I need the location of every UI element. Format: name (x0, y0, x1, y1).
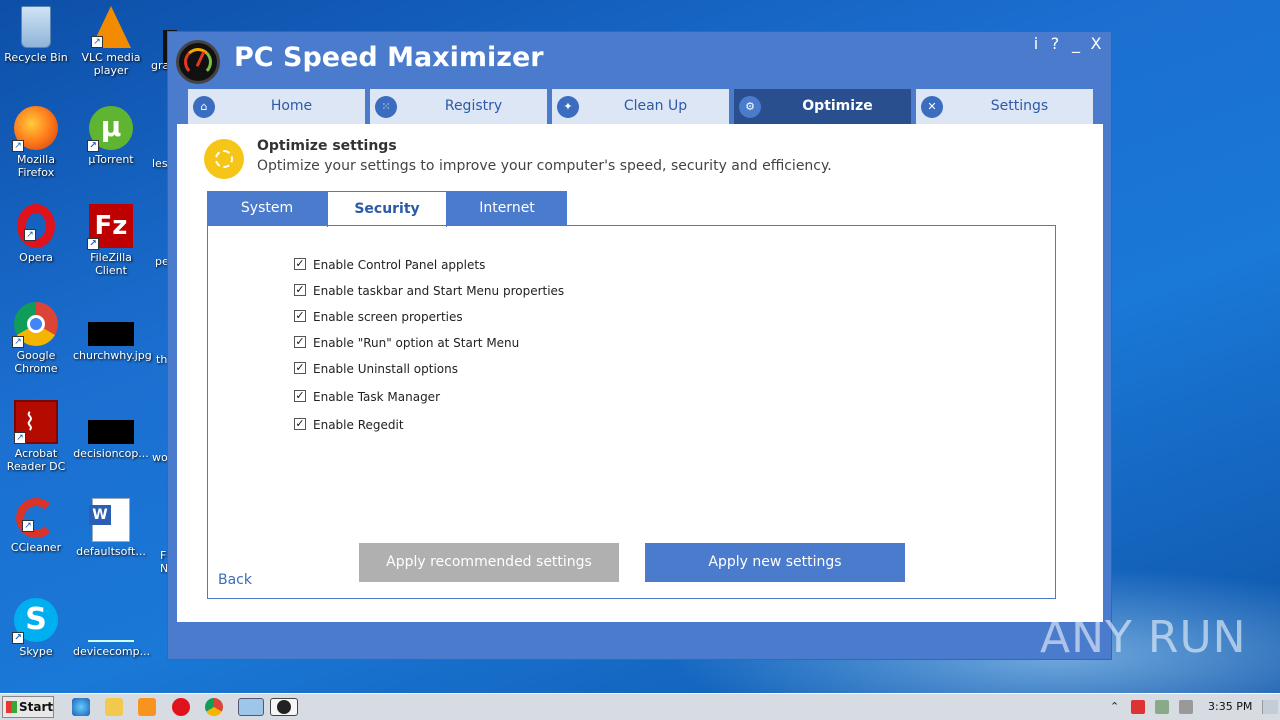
start-button[interactable]: Start (2, 696, 54, 718)
tools-icon: ✕ (921, 96, 943, 118)
network-icon[interactable] (1155, 700, 1169, 714)
subtab-system[interactable]: System (207, 191, 327, 226)
home-icon: ⌂ (193, 96, 215, 118)
checkbox[interactable]: ✓ (294, 336, 306, 348)
partial-desktop-label: th (156, 353, 168, 366)
desktop-icon-filezilla[interactable]: Fz ↗ FileZilla Client (73, 204, 149, 277)
help-icon[interactable]: ? (1046, 34, 1064, 53)
shortcut-arrow-icon: ↗ (91, 36, 103, 48)
tab-settings[interactable]: ✕ Settings (916, 89, 1093, 124)
firefox-icon: ↗ (12, 106, 58, 152)
skype-icon: S ↗ (12, 598, 58, 644)
close-button[interactable]: X (1087, 34, 1105, 53)
shortcut-arrow-icon: ↗ (12, 336, 24, 348)
opera-icon: ↗ (17, 204, 55, 248)
chrome-icon: ↗ (12, 302, 58, 348)
image-file-icon (88, 322, 134, 346)
tab-registry[interactable]: ⁙ Registry (370, 89, 547, 124)
tab-home[interactable]: ⌂ Home (188, 89, 365, 124)
volume-icon[interactable] (1179, 700, 1193, 714)
tab-clean-up[interactable]: ✦ Clean Up (552, 89, 729, 124)
action-center-icon[interactable] (1131, 700, 1145, 714)
desktop-icon-defaultsoft[interactable]: W defaultsoft... (73, 498, 149, 558)
desktop-icon-decisioncop[interactable]: decisioncop... (73, 400, 149, 460)
desktop-icon-recycle-bin[interactable]: Recycle Bin (0, 6, 74, 64)
info-icon[interactable]: i (1027, 34, 1045, 53)
show-desktop-button[interactable] (1262, 700, 1278, 714)
desktop-icon-churchwhy[interactable]: churchwhy.jpg (73, 302, 152, 362)
security-options-panel: ✓ Enable Control Panel applets ✓ Enable … (207, 225, 1056, 599)
shortcut-arrow-icon: ↗ (22, 520, 34, 532)
partial-desktop-label: F (160, 549, 167, 562)
apply-new-settings-button[interactable]: Apply new settings (645, 543, 905, 582)
vlc-icon: ↗ (91, 6, 131, 48)
desktop-icon-vlc[interactable]: ↗ VLC media player (73, 6, 149, 77)
checkbox[interactable]: ✓ (294, 418, 306, 430)
broom-icon: ✦ (557, 96, 579, 118)
speedometer-logo-icon (176, 40, 220, 84)
subtab-security[interactable]: Security (327, 191, 447, 227)
section-description: Optimize your settings to improve your c… (257, 158, 832, 174)
shortcut-arrow-icon: ↗ (24, 229, 36, 241)
shortcut-arrow-icon: ↗ (12, 632, 24, 644)
subtab-internet[interactable]: Internet (447, 191, 567, 226)
shortcut-arrow-icon: ↗ (87, 238, 99, 250)
desktop-icon-utorrent[interactable]: µ ↗ µTorrent (73, 106, 149, 166)
section-title: Optimize settings (257, 138, 397, 154)
shortcut-arrow-icon: ↗ (14, 432, 26, 444)
app-title: PC Speed Maximizer (234, 42, 544, 73)
desktop-icon-skype[interactable]: S ↗ Skype (0, 598, 74, 658)
checkbox[interactable]: ✓ (294, 390, 306, 402)
optimize-icon (204, 139, 244, 179)
pc-speed-maximizer-taskbar-icon[interactable] (270, 698, 298, 716)
windows-flag-icon (6, 701, 17, 713)
filezilla-icon: Fz ↗ (87, 204, 133, 250)
partial-desktop-label: wo (152, 451, 168, 464)
tab-optimize[interactable]: ⚙ Optimize (734, 89, 911, 124)
checkbox[interactable]: ✓ (294, 362, 306, 374)
minimize-button[interactable]: _ (1067, 34, 1085, 53)
desktop-icon-ccleaner[interactable]: ↗ CCleaner (0, 498, 74, 554)
desktop-icon-chrome[interactable]: ↗ Google Chrome (0, 302, 74, 375)
desktop-icon-opera[interactable]: ↗ Opera (0, 204, 74, 264)
internet-explorer-icon[interactable] (72, 698, 90, 716)
ccleaner-icon: ↗ (16, 498, 56, 538)
checkbox[interactable]: ✓ (294, 284, 306, 296)
desktop-icon-acrobat[interactable]: ⌇ ↗ Acrobat Reader DC (0, 400, 74, 473)
desktop-icon-firefox[interactable]: ↗ Mozilla Firefox (0, 106, 74, 179)
folder-icon[interactable] (105, 698, 123, 716)
desktop-icon-devicecomp[interactable]: devicecomp... (73, 598, 150, 658)
recycle-bin-icon (21, 6, 51, 48)
opera-icon[interactable] (172, 698, 190, 716)
checkbox[interactable]: ✓ (294, 310, 306, 322)
taskbar: Start ⌃ 3:35 PM (0, 693, 1280, 720)
app-window: PC Speed Maximizer i ? _ X ⌂ Home ⁙ Regi… (167, 31, 1112, 660)
watermark: ANY RUN (1040, 612, 1247, 663)
media-player-icon[interactable] (138, 698, 156, 716)
content-area: Optimize settings Optimize your settings… (177, 124, 1103, 622)
shortcut-arrow-icon: ↗ (87, 140, 99, 152)
utorrent-icon: µ ↗ (87, 106, 133, 152)
gear-icon: ⚙ (739, 96, 761, 118)
acrobat-icon: ⌇ ↗ (14, 400, 58, 444)
word-document-icon: W (89, 498, 130, 542)
tray-expand-icon[interactable]: ⌃ (1110, 700, 1124, 714)
clock[interactable]: 3:35 PM (1208, 700, 1252, 713)
chrome-icon[interactable] (205, 698, 223, 716)
checkbox[interactable]: ✓ (294, 258, 306, 270)
window-switcher-icon[interactable] (238, 698, 264, 716)
file-icon (88, 420, 134, 444)
registry-icon: ⁙ (375, 96, 397, 118)
shortcut-arrow-icon: ↗ (12, 140, 24, 152)
back-link[interactable]: Back (218, 572, 252, 588)
apply-recommended-button[interactable]: Apply recommended settings (359, 543, 619, 582)
file-icon (88, 640, 134, 642)
